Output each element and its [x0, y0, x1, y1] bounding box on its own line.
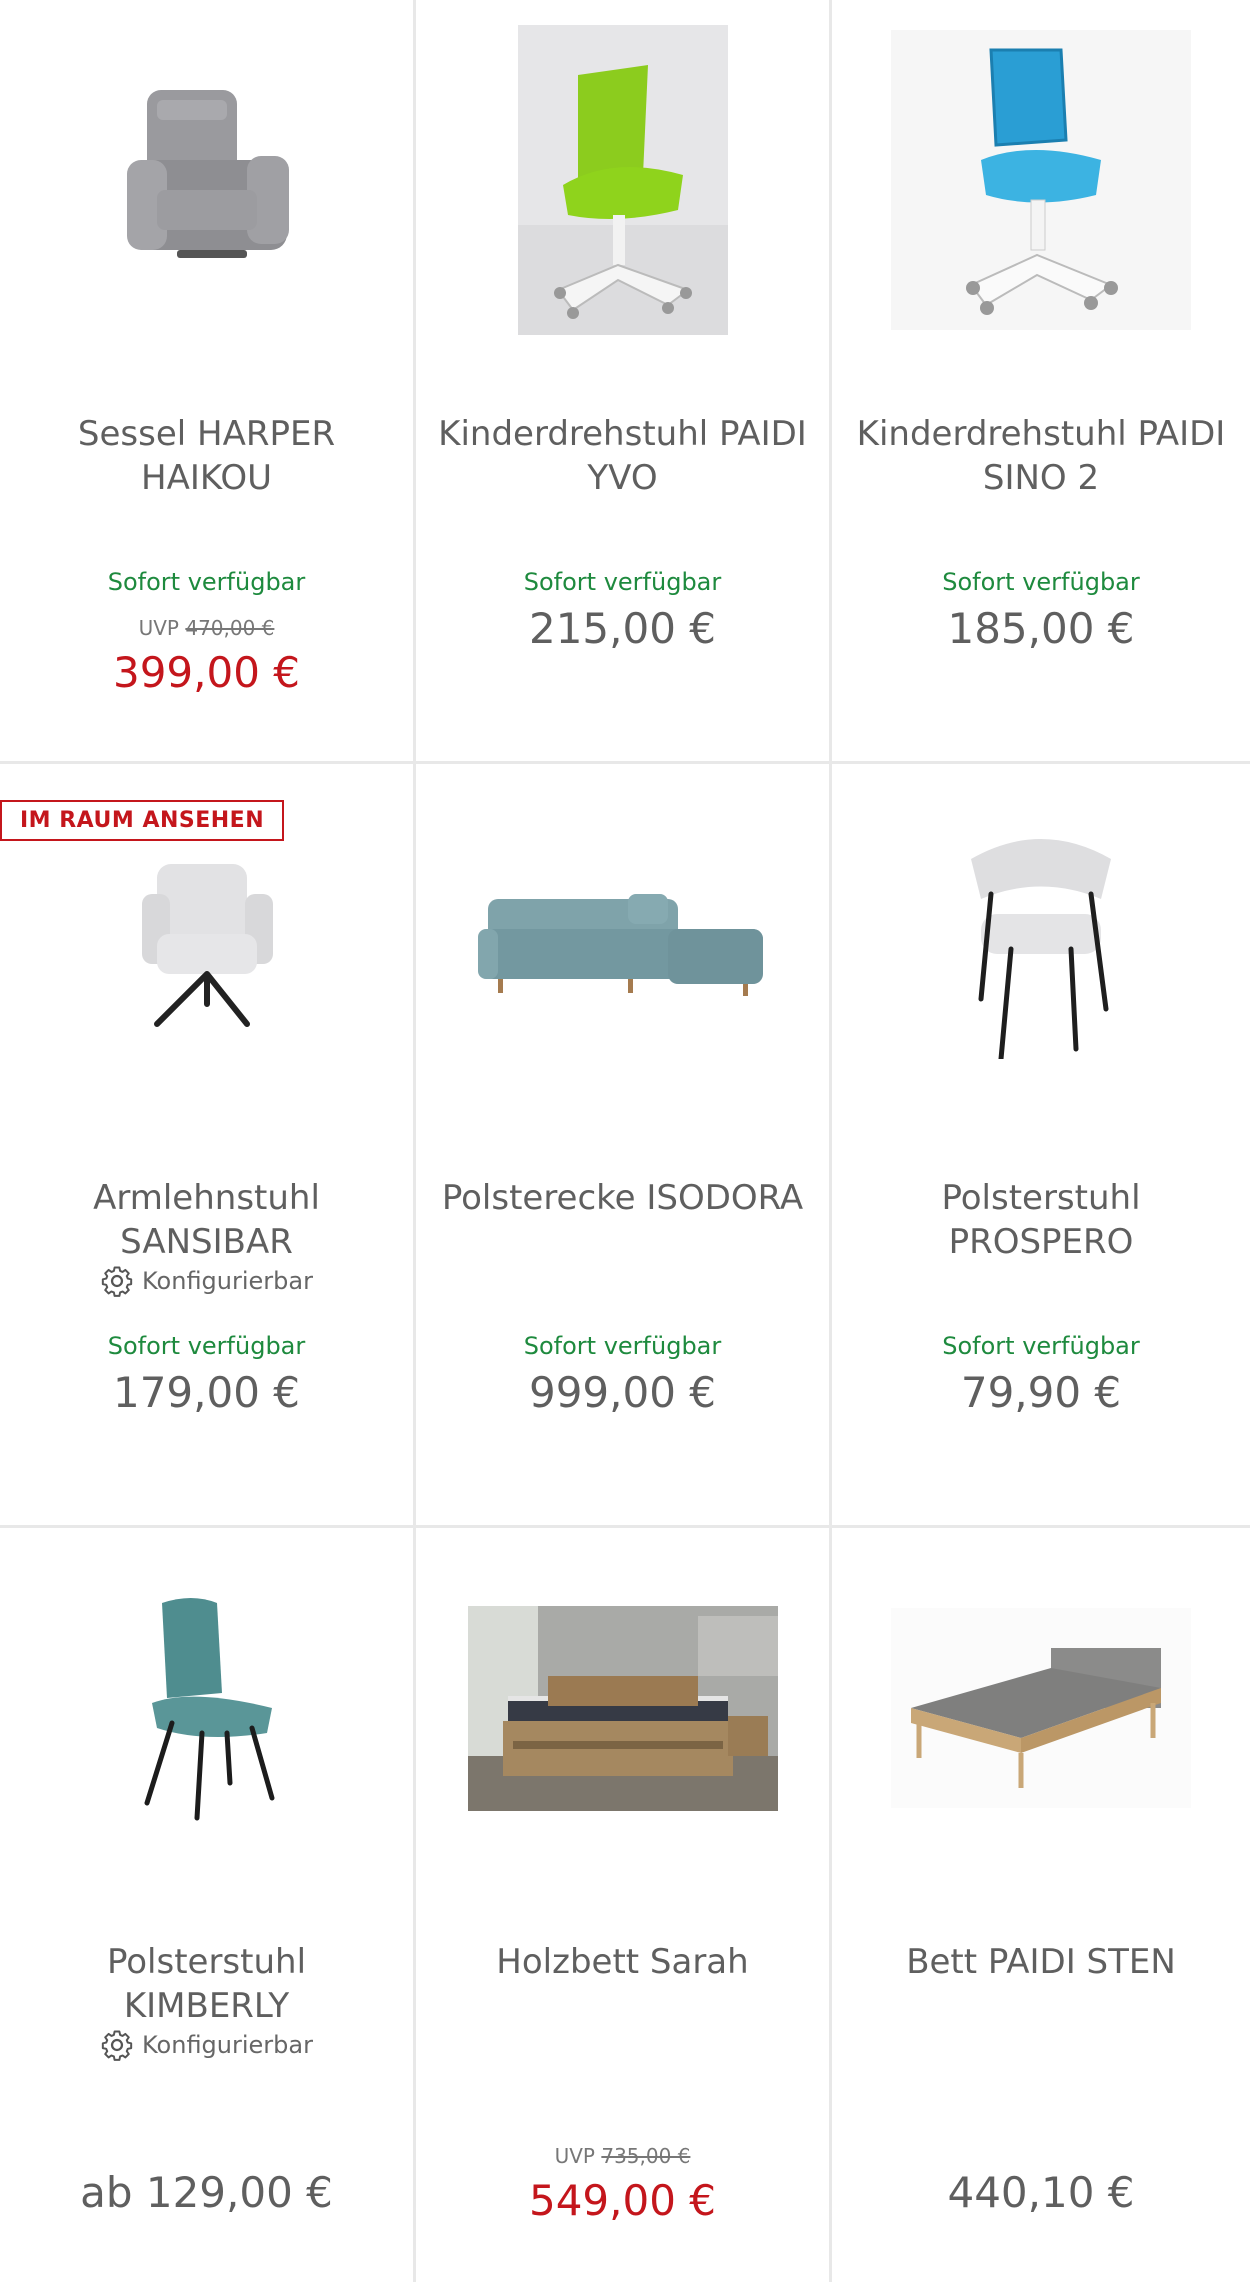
product-title[interactable]: Bett PAIDI STEN [852, 1940, 1230, 1984]
product-image[interactable] [416, 0, 829, 360]
product-image[interactable] [832, 0, 1250, 360]
product-image[interactable] [416, 1528, 829, 1888]
uvp-price: 735,00 € [601, 2144, 691, 2168]
product-title[interactable]: Armlehnstuhl SANSIBAR [20, 1176, 393, 1264]
availability-label: Sofort verfügbar [107, 1332, 306, 1360]
green-chair-image [517, 25, 728, 335]
configurable-row[interactable]: Konfigurierbar [0, 2028, 413, 2062]
availability-label: Sofort verfügbar [523, 568, 722, 596]
product-card[interactable]: IM RAUM ANSEHEN Armlehnstuhl SANSIBAR Ko… [0, 764, 416, 1528]
product-card[interactable]: Polsterstuhl PROSPERO Sofort verfügbar 7… [832, 764, 1250, 1528]
gear-icon [101, 2030, 133, 2061]
availability-label: Sofort verfügbar [523, 1332, 722, 1360]
product-card[interactable]: Bett PAIDI STEN 440,10 € [832, 1528, 1250, 2282]
product-price: 215,00 € [528, 604, 717, 653]
product-card[interactable]: Holzbett Sarah UVP 735,00 € 549,00 € [416, 1528, 832, 2282]
product-card[interactable]: Kinderdrehstuhl PAIDI SINO 2 Sofort verf… [832, 0, 1250, 764]
product-image[interactable] [416, 764, 829, 1124]
oak-bed-image [891, 1608, 1191, 1808]
product-price: 79,90 € [960, 1368, 1122, 1417]
corner-sofa-image [477, 894, 763, 996]
product-image[interactable] [0, 1528, 413, 1888]
wooden-bed-image [467, 1605, 778, 1811]
product-card[interactable]: Polsterstuhl KIMBERLY Konfigurierbar ab … [0, 1528, 416, 2282]
product-price: 999,00 € [528, 1368, 717, 1417]
product-price: ab 129,00 € [80, 2168, 333, 2217]
teal-chair-image [144, 1598, 274, 1821]
availability-label: Sofort verfügbar [942, 568, 1140, 596]
product-price: 440,10 € [947, 2168, 1135, 2217]
sale-price: 549,00 € [528, 2176, 717, 2225]
blue-chair-image [891, 30, 1191, 330]
product-title[interactable]: Polsterstuhl PROSPERO [852, 1176, 1230, 1264]
configurable-label: Konfigurierbar [142, 2031, 313, 2059]
product-title[interactable]: Holzbett Sarah [436, 1940, 809, 1984]
dining-chair-image [971, 839, 1111, 1059]
product-title[interactable]: Sessel HARPER HAIKOU [20, 412, 393, 500]
uvp-label: UVP [138, 616, 179, 640]
uvp-label: UVP [554, 2144, 595, 2168]
availability-label: Sofort verfügbar [942, 1332, 1140, 1360]
product-card[interactable]: Polsterecke ISODORA Sofort verfügbar 999… [416, 764, 832, 1528]
product-title[interactable]: Polsterecke ISODORA [436, 1176, 809, 1220]
configurable-label: Konfigurierbar [142, 1267, 313, 1295]
product-title[interactable]: Kinderdrehstuhl PAIDI YVO [436, 412, 809, 500]
configurable-row[interactable]: Konfigurierbar [0, 1264, 413, 1298]
recliner-image [126, 90, 289, 258]
product-title[interactable]: Polsterstuhl KIMBERLY [20, 1940, 393, 2028]
uvp-line: UVP 470,00 € [0, 616, 413, 640]
product-title[interactable]: Kinderdrehstuhl PAIDI SINO 2 [852, 412, 1230, 500]
uvp-line: UVP 735,00 € [416, 2144, 829, 2168]
sale-price: 399,00 € [112, 648, 301, 697]
uvp-price: 470,00 € [185, 616, 275, 640]
gear-icon [101, 1266, 133, 1297]
product-image[interactable] [0, 764, 413, 1124]
product-image[interactable] [832, 1528, 1250, 1888]
swivel-chair-image [141, 864, 273, 1027]
product-image[interactable] [832, 764, 1250, 1124]
product-image[interactable] [0, 0, 413, 360]
product-price: 185,00 € [947, 604, 1135, 653]
product-card[interactable]: Sessel HARPER HAIKOU Sofort verfügbar UV… [0, 0, 416, 764]
availability-label: Sofort verfügbar [107, 568, 306, 596]
product-price: 179,00 € [112, 1368, 301, 1417]
product-card[interactable]: Kinderdrehstuhl PAIDI YVO Sofort verfügb… [416, 0, 832, 764]
product-grid: Sessel HARPER HAIKOU Sofort verfügbar UV… [0, 0, 1250, 2282]
